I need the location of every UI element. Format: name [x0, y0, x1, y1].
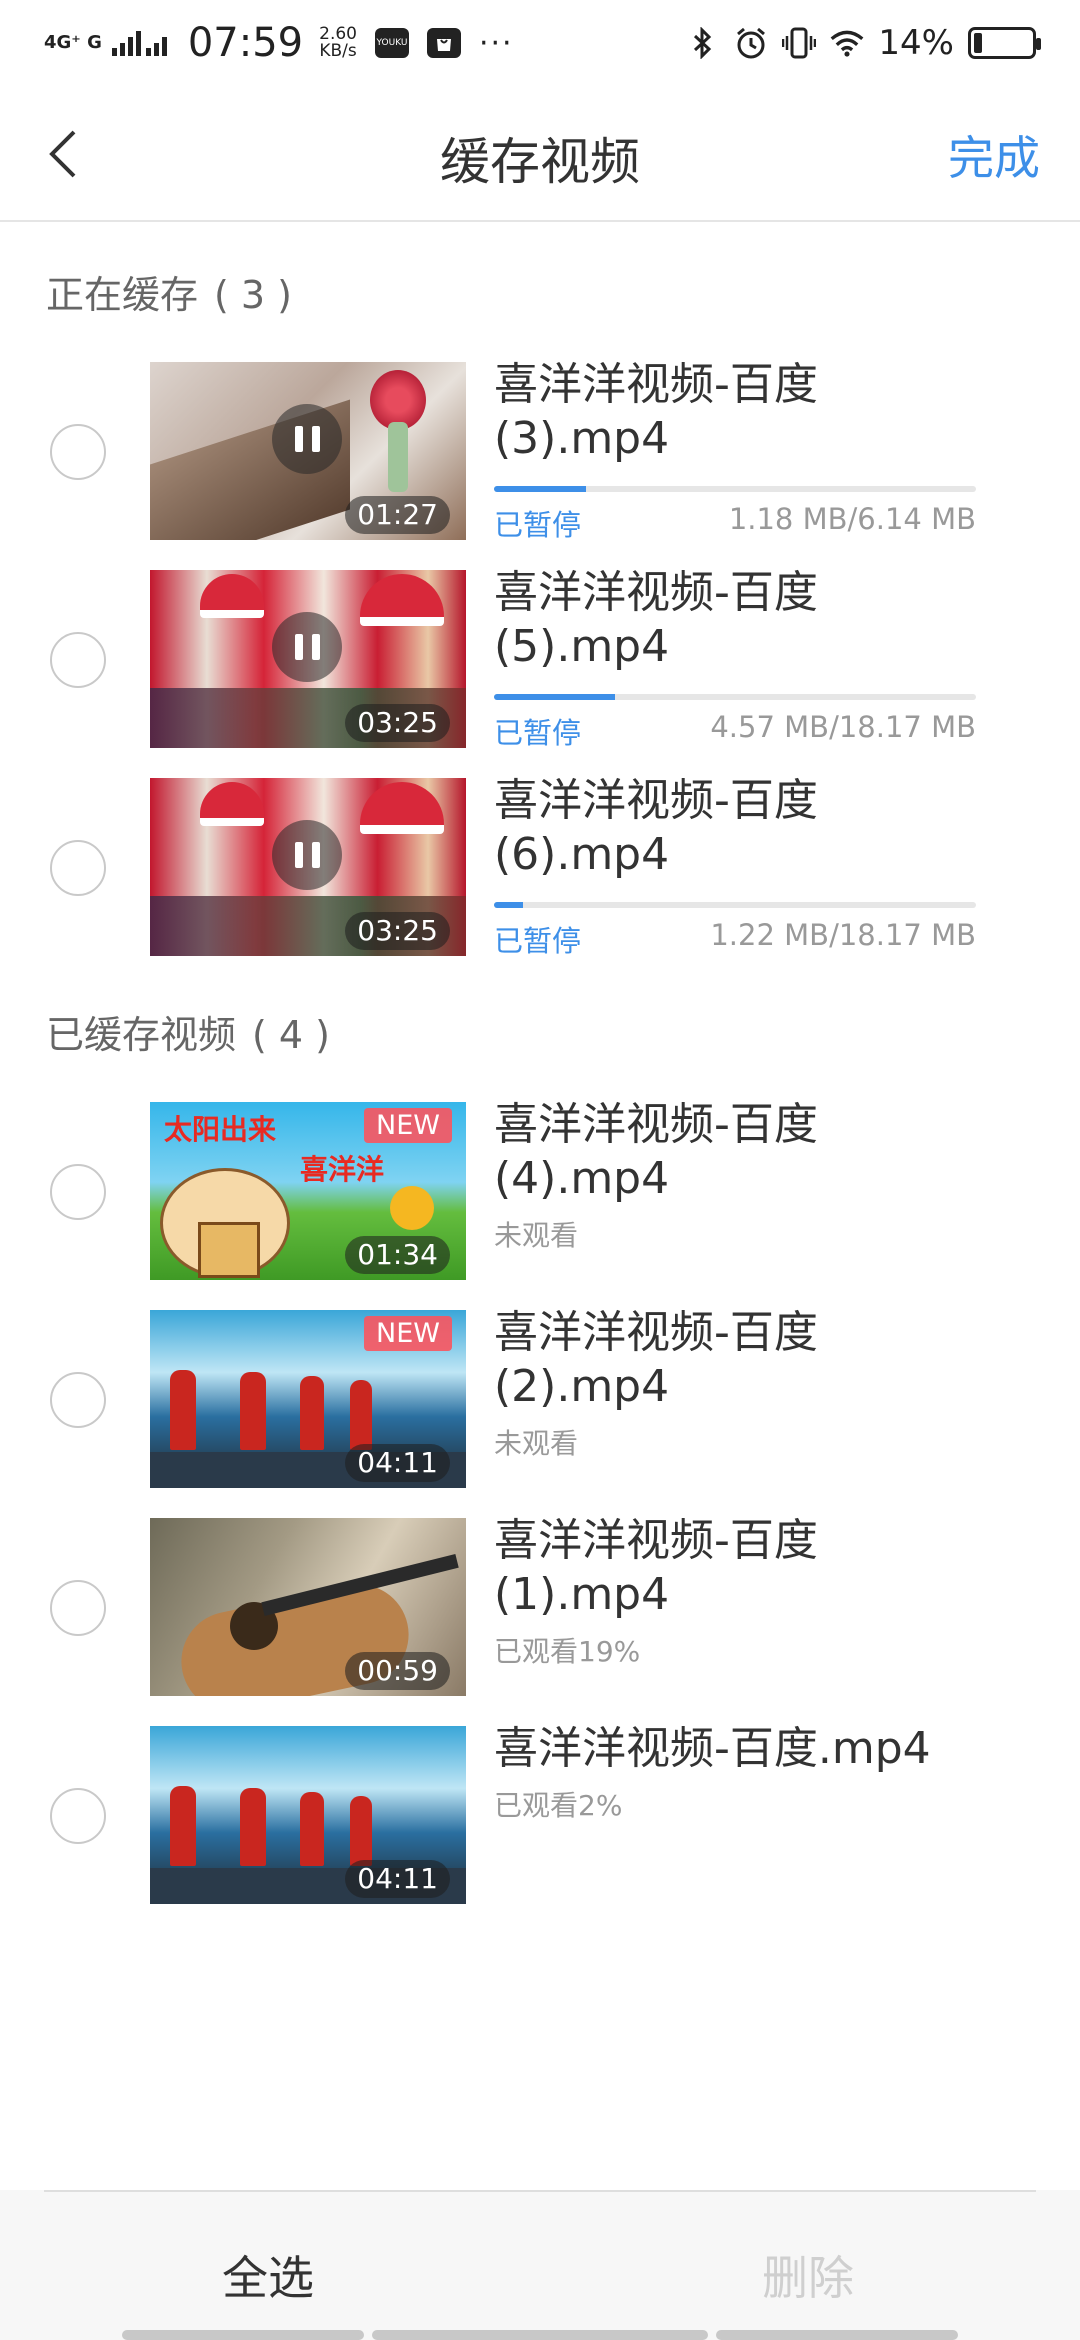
battery-percent: 14%	[878, 23, 954, 63]
watch-status: 已观看2%	[494, 1789, 623, 1822]
download-size: 1.18 MB/6.14 MB	[728, 502, 976, 536]
battery-icon	[968, 27, 1041, 59]
video-thumbnail[interactable]: 00:59	[150, 1518, 466, 1696]
youku-app-icon: YOUKU	[374, 28, 409, 58]
video-thumbnail[interactable]: 03:25	[150, 570, 466, 748]
list-item[interactable]: 04:11 喜洋洋视频-百度.mp4 已观看2%	[0, 1723, 1080, 1906]
nav-indicator	[716, 2330, 958, 2340]
download-progress	[494, 694, 976, 700]
pause-icon	[272, 612, 342, 682]
delete-button[interactable]: 删除	[762, 2242, 854, 2308]
section-title-cached: 已缓存视频( 4 )	[46, 1013, 331, 1057]
clock: 07:59	[187, 20, 304, 66]
signal-icon	[111, 31, 167, 56]
pause-icon	[272, 404, 342, 474]
new-badge: NEW	[364, 1316, 452, 1351]
select-all-button[interactable]: 全选	[222, 2242, 314, 2308]
video-thumbnail[interactable]: 01:27	[150, 362, 466, 540]
item-checkbox[interactable]	[50, 1580, 106, 1636]
alarm-icon	[734, 26, 768, 60]
video-title: 喜洋洋视频-百度(3).mp4	[494, 359, 818, 464]
list-item[interactable]: 03:25 喜洋洋视频-百度(6).mp4 已暂停 1.22 MB/18.17 …	[0, 775, 1080, 958]
item-checkbox[interactable]	[50, 840, 106, 896]
section-title-downloading: 正在缓存( 3 )	[46, 273, 293, 317]
video-duration: 04:11	[345, 1444, 450, 1482]
network-indicator: 4G⁺ G	[44, 32, 102, 53]
video-thumbnail[interactable]: 03:25	[150, 778, 466, 956]
item-checkbox[interactable]	[50, 1164, 106, 1220]
pause-icon	[272, 820, 342, 890]
list-item[interactable]: NEW 04:11 喜洋洋视频-百度(2).mp4 未观看	[0, 1307, 1080, 1490]
video-duration: 03:25	[345, 912, 450, 950]
watch-status: 已观看19%	[494, 1635, 641, 1668]
list-item[interactable]: 01:27 喜洋洋视频-百度(3).mp4 已暂停 1.18 MB/6.14 M…	[0, 359, 1080, 542]
shopping-bag-icon	[426, 28, 461, 58]
video-duration: 01:27	[345, 496, 450, 534]
divider	[44, 2190, 1036, 2192]
done-button[interactable]: 完成	[948, 122, 1040, 188]
download-progress	[494, 902, 976, 908]
video-thumbnail[interactable]: NEW 04:11	[150, 1310, 466, 1488]
nav-indicator	[372, 2330, 708, 2340]
list-item[interactable]: 太阳出来 喜洋洋 NEW 01:34 喜洋洋视频-百度(4).mp4 未观看	[0, 1099, 1080, 1282]
download-size: 4.57 MB/18.17 MB	[710, 710, 976, 744]
bottom-action-bar: 全选 删除	[0, 2190, 1080, 2340]
video-title: 喜洋洋视频-百度.mp4	[494, 1723, 931, 1774]
network-speed: 2.60 KB/s	[319, 24, 357, 61]
video-title: 喜洋洋视频-百度(1).mp4	[494, 1515, 818, 1620]
video-duration: 03:25	[345, 704, 450, 742]
item-checkbox[interactable]	[50, 1372, 106, 1428]
video-title: 喜洋洋视频-百度(2).mp4	[494, 1307, 818, 1412]
vibrate-icon	[782, 26, 817, 60]
watch-status: 未观看	[494, 1219, 579, 1252]
video-title: 喜洋洋视频-百度(4).mp4	[494, 1099, 818, 1204]
wifi-icon	[830, 26, 864, 60]
video-duration: 01:34	[345, 1236, 450, 1274]
status-bar: 4G⁺ G 07:59 2.60 KB/s YOUKU ··· 14%	[0, 0, 1080, 86]
video-duration: 04:11	[345, 1860, 450, 1898]
new-badge: NEW	[364, 1108, 452, 1143]
section-count: ( 3 )	[214, 273, 293, 317]
video-title: 喜洋洋视频-百度(5).mp4	[494, 567, 818, 672]
thumbnail-caption: 太阳出来	[164, 1113, 277, 1146]
video-duration: 00:59	[345, 1652, 450, 1690]
download-progress	[494, 486, 976, 492]
more-notifications: ···	[478, 25, 514, 61]
watch-status: 未观看	[494, 1427, 579, 1460]
section-count: ( 4 )	[252, 1013, 331, 1057]
nav-indicator	[122, 2330, 364, 2340]
download-status: 已暂停	[494, 508, 582, 542]
download-size: 1.22 MB/18.17 MB	[710, 918, 976, 952]
item-checkbox[interactable]	[50, 424, 106, 480]
video-title: 喜洋洋视频-百度(6).mp4	[494, 775, 818, 880]
list-item[interactable]: 00:59 喜洋洋视频-百度(1).mp4 已观看19%	[0, 1515, 1080, 1698]
item-checkbox[interactable]	[50, 632, 106, 688]
bluetooth-icon	[686, 26, 720, 60]
list-item[interactable]: 03:25 喜洋洋视频-百度(5).mp4 已暂停 4.57 MB/18.17 …	[0, 567, 1080, 750]
page-title: 缓存视频	[440, 133, 640, 191]
download-status: 已暂停	[494, 924, 582, 958]
item-checkbox[interactable]	[50, 1788, 106, 1844]
download-status: 已暂停	[494, 716, 582, 750]
video-thumbnail[interactable]: 04:11	[150, 1726, 466, 1904]
thumbnail-caption: 喜洋洋	[300, 1153, 385, 1186]
app-header: 缓存视频 完成	[0, 86, 1080, 222]
video-thumbnail[interactable]: 太阳出来 喜洋洋 NEW 01:34	[150, 1102, 466, 1280]
